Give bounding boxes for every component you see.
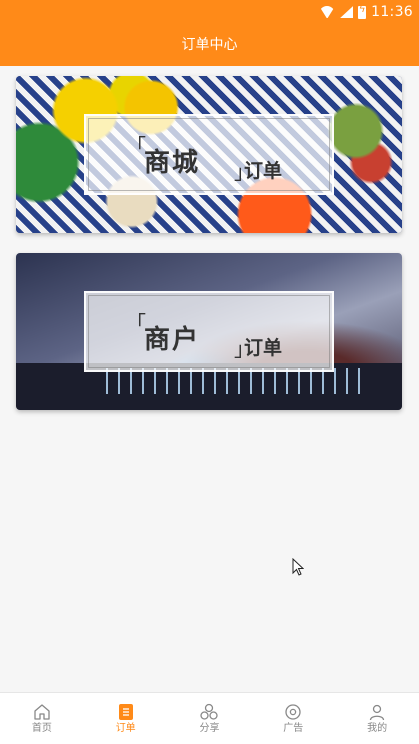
merchant-order-card[interactable]: 「 商户 」 订单 [16,253,402,410]
nav-label-ad: 广告 [283,723,304,734]
mall-label-box: 「 商城 」 订单 [84,114,334,195]
bracket-open: 「 [126,134,146,158]
nav-item-order[interactable]: 订单 [84,693,168,744]
battery-charging-icon [358,4,367,19]
status-bar: 11:36 [319,3,413,21]
mall-order-card[interactable]: 「 商城 」 订单 [16,76,402,233]
nav-label-order: 订单 [115,723,136,734]
share-icon [200,703,219,720]
page-title: 订单中心 [181,37,238,53]
merchant-label-box: 「 商户 」 订单 [84,291,334,372]
order-icon [118,704,133,720]
mouse-cursor-icon [292,558,304,576]
mall-order-label: 订单 [244,160,283,182]
mall-label: 商城 [144,148,201,178]
profile-icon [369,704,385,721]
app-screen: 11:36 订单中心 「 商城 」 订单 「 商户 」 订单 [0,0,419,744]
nav-label-share: 分享 [199,723,220,734]
nav-item-profile[interactable]: 我的 [335,693,419,744]
nav-label-profile: 我的 [367,723,388,734]
bottom-navigation: 首页 订单 分享 广告 我的 [0,692,419,744]
wifi-icon [319,6,335,18]
home-icon [34,704,50,720]
status-time: 11:36 [371,4,413,20]
nav-label-home: 首页 [31,723,52,734]
nav-item-share[interactable]: 分享 [168,693,252,744]
merchant-label: 商户 [144,325,201,355]
signal-icon [340,6,354,18]
nav-item-home[interactable]: 首页 [0,693,84,744]
merchant-order-label: 订单 [244,337,283,359]
ad-icon [285,704,301,720]
bracket-open: 「 [126,311,146,335]
nav-item-ad[interactable]: 广告 [251,693,335,744]
top-bar: 11:36 订单中心 [0,0,419,66]
